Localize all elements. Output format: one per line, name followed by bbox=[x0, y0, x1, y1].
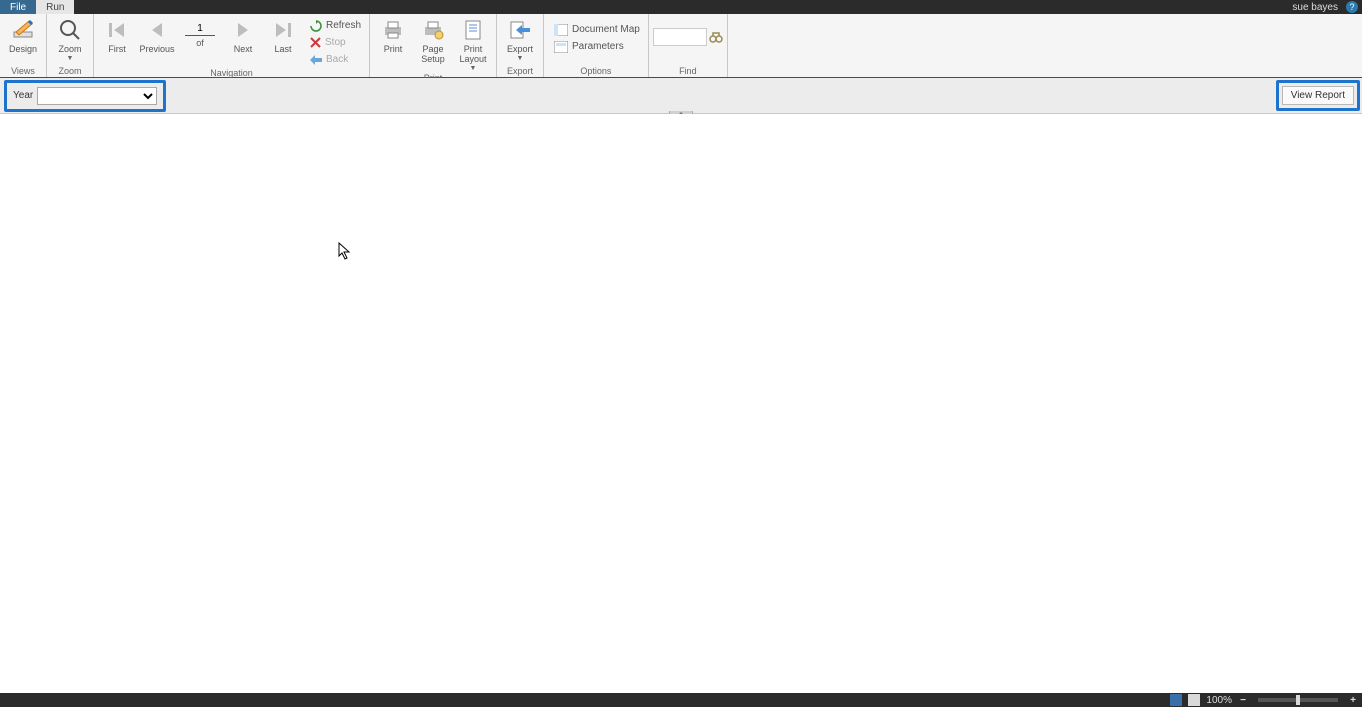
group-navigation: First Previous of Next bbox=[94, 14, 370, 77]
first-icon bbox=[105, 18, 129, 42]
page-of-label: of bbox=[196, 38, 204, 48]
title-bar: File Run sue bayes ? bbox=[0, 0, 1362, 14]
zoom-button[interactable]: Zoom ▼ bbox=[51, 16, 89, 62]
group-zoom: Zoom ▼ Zoom bbox=[47, 14, 94, 77]
zoom-slider[interactable] bbox=[1258, 698, 1338, 702]
help-icon[interactable]: ? bbox=[1346, 1, 1358, 13]
document-map-icon bbox=[554, 24, 568, 36]
year-parameter-dropdown[interactable] bbox=[37, 87, 157, 105]
group-views: Design Views bbox=[0, 14, 47, 77]
status-bar: 100% − + bbox=[0, 693, 1362, 707]
group-options: Document Map Parameters Options bbox=[544, 14, 649, 77]
zoom-percent-label: 100% bbox=[1206, 695, 1232, 706]
page-setup-button[interactable]: Page Setup bbox=[414, 16, 452, 64]
printer-icon bbox=[381, 18, 405, 42]
ribbon: Design Views Zoom ▼ Zoom First bbox=[0, 14, 1362, 78]
parameter-bar: Year View Report bbox=[0, 78, 1362, 114]
year-parameter-label: Year bbox=[13, 90, 33, 101]
document-map-label: Document Map bbox=[572, 24, 640, 35]
zoom-label: Zoom bbox=[58, 44, 81, 54]
next-label: Next bbox=[234, 44, 253, 54]
view-report-button[interactable]: View Report bbox=[1282, 86, 1354, 105]
previous-label: Previous bbox=[139, 44, 174, 54]
user-name-label: sue bayes bbox=[1286, 0, 1344, 14]
tab-file[interactable]: File bbox=[0, 0, 36, 14]
zoom-slider-thumb[interactable] bbox=[1296, 695, 1300, 705]
print-layout-button[interactable]: Print Layout ▼ bbox=[454, 16, 492, 72]
first-page-button[interactable]: First bbox=[98, 16, 136, 54]
back-label: Back bbox=[326, 54, 348, 65]
group-zoom-label: Zoom bbox=[51, 65, 89, 77]
document-map-button[interactable]: Document Map bbox=[550, 22, 644, 37]
report-canvas bbox=[0, 114, 1362, 693]
cursor-icon bbox=[338, 242, 352, 260]
print-label: Print bbox=[384, 44, 403, 54]
magnifier-icon bbox=[58, 18, 82, 42]
refresh-button[interactable]: Refresh bbox=[306, 18, 365, 33]
group-find-label: Find bbox=[653, 65, 723, 77]
previous-icon bbox=[145, 18, 169, 42]
group-print: Print Page Setup Print Layout ▼ Print bbox=[370, 14, 497, 77]
status-view-icon-2[interactable] bbox=[1188, 694, 1200, 706]
page-number-box: of bbox=[178, 16, 222, 48]
design-icon bbox=[11, 18, 35, 42]
first-label: First bbox=[108, 44, 126, 54]
zoom-out-button[interactable]: − bbox=[1238, 695, 1248, 706]
next-icon bbox=[231, 18, 255, 42]
stop-icon bbox=[310, 37, 321, 48]
back-button[interactable]: Back bbox=[306, 52, 365, 67]
print-layout-icon bbox=[461, 18, 485, 42]
find-input[interactable] bbox=[653, 28, 707, 46]
chevron-down-icon: ▼ bbox=[67, 56, 74, 62]
status-view-icon-1[interactable] bbox=[1170, 694, 1182, 706]
print-button[interactable]: Print bbox=[374, 16, 412, 54]
find-icon[interactable] bbox=[709, 30, 723, 44]
export-label: Export bbox=[507, 44, 533, 54]
year-parameter-highlight: Year bbox=[4, 80, 166, 112]
parameters-label: Parameters bbox=[572, 41, 624, 52]
view-report-highlight: View Report bbox=[1276, 80, 1360, 111]
last-label: Last bbox=[274, 44, 291, 54]
page-setup-label: Page Setup bbox=[414, 44, 452, 64]
group-views-label: Views bbox=[4, 65, 42, 77]
design-button[interactable]: Design bbox=[4, 16, 42, 54]
refresh-icon bbox=[310, 20, 322, 32]
tab-run[interactable]: Run bbox=[36, 0, 74, 14]
design-label: Design bbox=[9, 44, 37, 54]
last-icon bbox=[271, 18, 295, 42]
previous-page-button[interactable]: Previous bbox=[138, 16, 176, 54]
group-find: Find bbox=[649, 14, 728, 77]
stop-button[interactable]: Stop bbox=[306, 35, 365, 50]
stop-label: Stop bbox=[325, 37, 346, 48]
parameters-icon bbox=[554, 41, 568, 53]
group-export-label: Export bbox=[501, 65, 539, 77]
parameters-button[interactable]: Parameters bbox=[550, 39, 644, 54]
current-page-input[interactable] bbox=[185, 22, 215, 36]
page-setup-icon bbox=[421, 18, 445, 42]
print-layout-label: Print Layout bbox=[454, 44, 492, 64]
back-icon bbox=[310, 55, 322, 65]
last-page-button[interactable]: Last bbox=[264, 16, 302, 54]
group-export: Export ▼ Export bbox=[497, 14, 544, 77]
refresh-label: Refresh bbox=[326, 20, 361, 31]
export-icon bbox=[508, 18, 532, 42]
next-page-button[interactable]: Next bbox=[224, 16, 262, 54]
group-options-label: Options bbox=[548, 65, 644, 77]
chevron-down-icon: ▼ bbox=[517, 56, 524, 62]
zoom-in-button[interactable]: + bbox=[1348, 695, 1358, 706]
export-button[interactable]: Export ▼ bbox=[501, 16, 539, 62]
